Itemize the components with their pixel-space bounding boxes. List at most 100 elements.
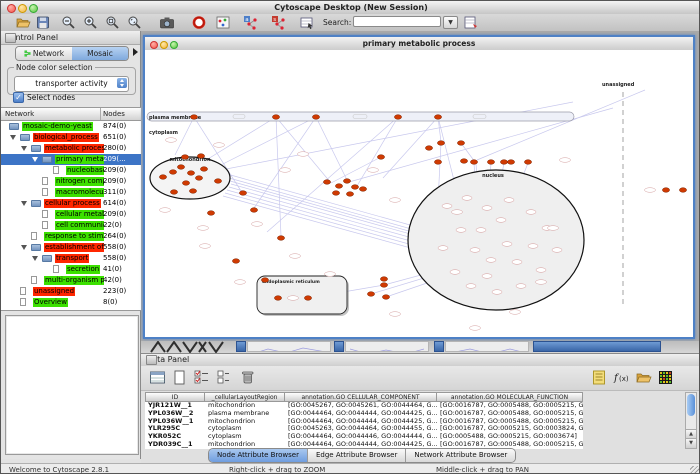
tree-row-count: 209(0) bbox=[103, 166, 126, 175]
dropdown-stepper-icon[interactable] bbox=[117, 78, 127, 88]
attribute-editor-icon[interactable] bbox=[591, 369, 608, 386]
open-icon[interactable] bbox=[15, 15, 31, 30]
delete-attribute-icon[interactable] bbox=[239, 369, 256, 386]
file-icon bbox=[20, 287, 26, 295]
table-row[interactable]: YJR121W__1mitochondrion[GO:0045267, GO:0… bbox=[145, 402, 583, 410]
tree-row[interactable]: secretion41(0) bbox=[1, 264, 141, 275]
desktop-area: primary metabolic process unassigned bbox=[141, 31, 700, 353]
minimized-window-bar[interactable] bbox=[533, 341, 661, 352]
minimized-window-icon[interactable] bbox=[434, 341, 444, 352]
heatmap-icon[interactable] bbox=[657, 369, 674, 386]
tab-network-attribute-browser[interactable]: Network Attribute Browser bbox=[406, 449, 515, 462]
tree-row[interactable]: nitrogen compo209(0) bbox=[1, 176, 141, 187]
minimized-window-thumbnail[interactable] bbox=[445, 341, 529, 352]
tree-row[interactable]: Overview8(0) bbox=[1, 297, 141, 308]
resize-grip[interactable] bbox=[690, 466, 700, 474]
tree-row[interactable]: cell communicat22(0) bbox=[1, 220, 141, 231]
tree-row[interactable]: multi-organism pro42(0) bbox=[1, 275, 141, 286]
snapshot-icon[interactable] bbox=[159, 15, 175, 30]
search-input[interactable] bbox=[353, 16, 441, 27]
network-view-titlebar[interactable]: primary metabolic process bbox=[145, 37, 693, 51]
table-row[interactable]: YLR295Ccytoplasm[GO:0045263, GO:0044464,… bbox=[145, 425, 583, 433]
save-icon[interactable] bbox=[35, 15, 51, 30]
tab-node-attribute-browser[interactable]: Node Attribute Browser bbox=[209, 449, 308, 462]
tree-row[interactable]: unassigned 223(0) bbox=[1, 286, 141, 297]
network-view-window[interactable]: primary metabolic process unassigned bbox=[143, 35, 695, 339]
table-column-header[interactable]: _cellularLayoutRegion bbox=[205, 392, 285, 402]
select-nodes-checkbox[interactable]: ✓ bbox=[13, 92, 24, 103]
help-icon[interactable] bbox=[191, 15, 207, 30]
tree-col-nodes[interactable]: Nodes bbox=[103, 110, 125, 118]
table-column-header[interactable]: annotation.GO CELLULAR_COMPONENT bbox=[285, 392, 437, 402]
table-column-header[interactable]: ID bbox=[145, 392, 205, 402]
status-welcome: Welcome to Cytoscape 2.8.1 bbox=[9, 466, 109, 474]
tree-row[interactable]: transport558(0) bbox=[1, 253, 141, 264]
tab-network[interactable]: Network bbox=[16, 47, 72, 60]
tree-row-count: 223(0) bbox=[103, 287, 126, 296]
zoom-in-icon[interactable] bbox=[83, 15, 99, 30]
minimized-window-thumbnail[interactable] bbox=[345, 341, 429, 352]
table-row[interactable]: YPL036W__2plasma membrane[GO:0044464, GO… bbox=[145, 410, 583, 418]
zoom-out-icon[interactable] bbox=[61, 15, 77, 30]
status-pan-hint: Middle-click + drag to PAN bbox=[436, 466, 529, 474]
disclosure-triangle-icon[interactable] bbox=[21, 201, 27, 206]
tree-row[interactable]: metabolic process280(0) bbox=[1, 143, 141, 154]
network-canvas[interactable]: unassigned bbox=[145, 50, 693, 337]
disclosure-triangle-icon[interactable] bbox=[32, 256, 38, 261]
tree-row[interactable]: mosaic-demo-yeast874(0) bbox=[1, 121, 141, 132]
vizmapper-icon[interactable] bbox=[215, 15, 231, 30]
tree-row[interactable]: cellular process614(0) bbox=[1, 198, 141, 209]
table-column-header[interactable]: annotation.GO MOLECULAR_FUNCTION bbox=[437, 392, 583, 402]
unselect-all-attributes-icon[interactable] bbox=[215, 369, 232, 386]
minimized-window-icon[interactable] bbox=[334, 341, 344, 352]
create-attribute-icon[interactable] bbox=[171, 369, 188, 386]
tree-col-network[interactable]: Network bbox=[5, 110, 34, 118]
tree-row-label: transport bbox=[55, 254, 89, 263]
tab-mosaic[interactable]: Mosaic bbox=[72, 47, 128, 60]
node-color-dropdown[interactable]: transporter activity bbox=[14, 76, 129, 92]
tab-edge-attribute-browser[interactable]: Edge Attribute Browser bbox=[308, 449, 406, 462]
new-network-selected-nodes-selected-edges-icon[interactable]: s bbox=[271, 15, 287, 30]
tree-row-label: Overview bbox=[33, 298, 68, 307]
folder-icon bbox=[42, 255, 52, 262]
tree-row[interactable]: establishment of lo558(0) bbox=[1, 242, 141, 253]
disclosure-triangle-icon[interactable] bbox=[21, 245, 27, 250]
tree-row[interactable]: cellular metabo209(0) bbox=[1, 209, 141, 220]
tree-row[interactable]: nucleobase-209(0) bbox=[1, 165, 141, 176]
attribute-table-header[interactable]: ID_cellularLayoutRegionannotation.GO CEL… bbox=[145, 392, 583, 402]
table-row[interactable]: YKR052Ccytoplasm[GO:0044464, GO:0044446,… bbox=[145, 433, 583, 441]
float-panel-icon[interactable] bbox=[146, 355, 157, 365]
formula-builder-icon[interactable]: f(x) bbox=[613, 369, 630, 386]
network-tree-header[interactable]: Network Nodes bbox=[1, 108, 141, 121]
zoom-selected-region-icon[interactable] bbox=[105, 15, 121, 30]
tree-row-label: unassigned bbox=[33, 287, 75, 296]
network-graph: unassigned bbox=[145, 50, 693, 337]
search-dropdown-button[interactable]: ▼ bbox=[443, 16, 458, 29]
attribute-select-icon[interactable] bbox=[149, 369, 166, 386]
disclosure-triangle-icon[interactable] bbox=[32, 157, 38, 162]
attribute-browser-icon[interactable] bbox=[299, 15, 315, 30]
tree-row-count: 209(... bbox=[103, 155, 126, 164]
import-attribute-file-icon[interactable] bbox=[635, 369, 652, 386]
window-titlebar[interactable]: Cytoscape Desktop (New Session) bbox=[1, 1, 700, 15]
disclosure-triangle-icon[interactable] bbox=[10, 135, 16, 140]
scroll-down-button[interactable]: ▼ bbox=[686, 438, 696, 448]
disclosure-triangle-icon[interactable] bbox=[21, 146, 27, 151]
minimized-window-icon[interactable] bbox=[236, 341, 246, 352]
table-scrollbar[interactable]: ▲ ▼ bbox=[685, 392, 697, 449]
import-attributes-icon[interactable] bbox=[463, 15, 479, 30]
select-all-attributes-icon[interactable] bbox=[193, 369, 210, 386]
zoom-fit-icon[interactable] bbox=[127, 15, 143, 30]
tree-row[interactable]: primary metabo209(... bbox=[1, 154, 141, 165]
tree-row-label: macromolecule bbox=[55, 188, 104, 197]
new-network-selected-nodes-all-edges-icon[interactable]: a bbox=[243, 15, 259, 30]
table-row[interactable]: YPL036W__1mitochondrion[GO:0044464, GO:0… bbox=[145, 418, 583, 426]
tree-row[interactable]: macromolecule311(0) bbox=[1, 187, 141, 198]
more-tabs-arrow-icon[interactable] bbox=[133, 48, 138, 56]
float-panel-icon[interactable] bbox=[5, 33, 16, 43]
birds-eye-view[interactable] bbox=[5, 315, 139, 455]
minimized-window-thumbnail[interactable] bbox=[247, 341, 331, 352]
tree-row[interactable]: response to stimul264(0) bbox=[1, 231, 141, 242]
tree-row[interactable]: biological_process651(0) bbox=[1, 132, 141, 143]
scrollbar-thumb[interactable] bbox=[687, 394, 695, 416]
